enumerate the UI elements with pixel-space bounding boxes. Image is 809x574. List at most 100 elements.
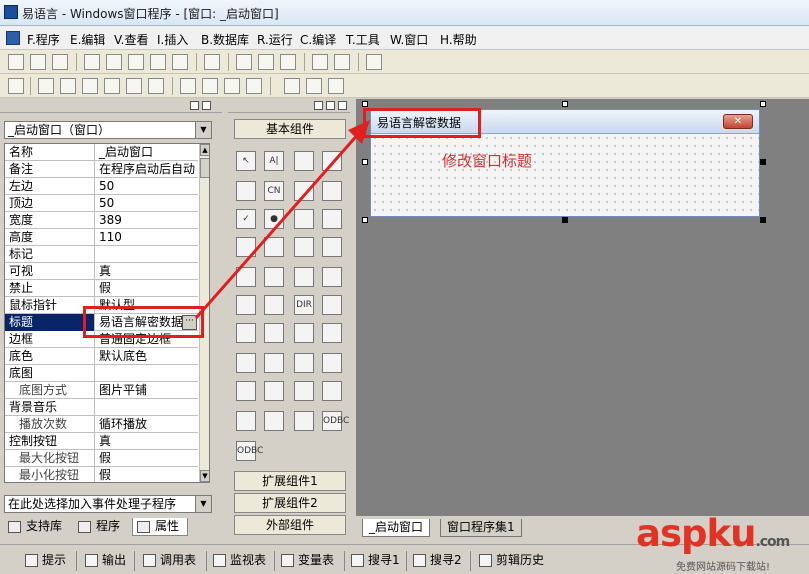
tab-program[interactable]: 程序 <box>74 518 128 536</box>
property-value[interactable]: 假 <box>96 280 198 297</box>
property-row[interactable]: 名称 _启动窗口 <box>5 144 198 161</box>
client-icon[interactable] <box>236 381 256 401</box>
menu-tools[interactable]: T.工具 <box>346 31 380 48</box>
property-row[interactable]: 标记 <box>5 246 198 263</box>
layout-window-icon[interactable] <box>236 54 252 70</box>
resize-handle[interactable] <box>562 217 568 223</box>
property-value[interactable]: 真 <box>96 433 198 450</box>
app-menu-icon[interactable] <box>6 31 20 45</box>
close-icon[interactable] <box>202 101 211 110</box>
property-row[interactable]: 高度 110 <box>5 229 198 246</box>
align-middle-icon[interactable] <box>126 78 142 94</box>
binoculars-icon[interactable] <box>366 54 382 70</box>
find-icon[interactable] <box>150 54 166 70</box>
property-value[interactable]: 循环播放 <box>96 416 198 433</box>
tab-support-library[interactable]: 支持库 <box>4 518 68 536</box>
menu-compile[interactable]: C.编译 <box>300 31 336 48</box>
property-value[interactable]: 389 <box>96 212 198 229</box>
tab-window-assembly[interactable]: 窗口程序集1 <box>440 519 522 537</box>
object-selector[interactable]: _启动窗口（窗口） ▼ <box>4 121 212 139</box>
resize-handle[interactable] <box>760 159 766 165</box>
property-row[interactable]: 控制按钮真 <box>5 433 198 450</box>
undo-icon[interactable] <box>172 54 188 70</box>
property-row[interactable]: 底图 <box>5 365 198 382</box>
stop-icon[interactable] <box>334 54 350 70</box>
tab-search-2[interactable]: 搜寻2 <box>410 551 462 571</box>
property-row[interactable]: 禁止假 <box>5 280 198 297</box>
property-value[interactable]: 50 <box>96 178 198 195</box>
resize-handle[interactable] <box>760 217 766 223</box>
property-row[interactable]: 可视真 <box>5 263 198 280</box>
odbc-database-icon[interactable]: ODBC <box>322 411 349 431</box>
menu-help[interactable]: H.帮助 <box>440 31 477 48</box>
extended-components-1-button[interactable]: 扩展组件1 <box>234 471 346 491</box>
pin-icon[interactable] <box>326 101 335 110</box>
close-icon[interactable]: ✕ <box>723 114 753 129</box>
pin-icon[interactable] <box>190 101 199 110</box>
property-row[interactable]: 左边 50 <box>5 178 198 195</box>
extended-components-2-button[interactable]: 扩展组件2 <box>234 493 346 513</box>
property-row[interactable]: 顶边 50 <box>5 195 198 212</box>
save-icon[interactable] <box>52 54 68 70</box>
menu-window[interactable]: W.窗口 <box>390 31 428 48</box>
property-row[interactable]: 最小化按钮假 <box>5 467 198 482</box>
property-value[interactable]: 在程序启动后自动 <box>96 161 198 178</box>
menu-run[interactable]: R.运行 <box>257 31 293 48</box>
open-folder-icon[interactable] <box>30 54 46 70</box>
paste-icon[interactable] <box>128 54 144 70</box>
property-row[interactable]: 底色 默认底色 <box>5 348 198 365</box>
property-value[interactable]: 假 <box>96 450 198 467</box>
tab-clip-history[interactable]: 剪辑历史 <box>476 551 544 571</box>
property-value[interactable]: _启动窗口 <box>96 144 198 161</box>
property-value[interactable] <box>96 365 198 382</box>
property-value[interactable]: 图片平铺 <box>96 382 198 399</box>
odbc-source-icon[interactable]: ODBC <box>236 441 263 461</box>
center-vertical-icon[interactable] <box>306 78 322 94</box>
property-value[interactable]: 50 <box>96 195 198 212</box>
new-file-icon[interactable] <box>8 54 24 70</box>
menu-view[interactable]: V.查看 <box>114 31 148 48</box>
space-horizontal-icon[interactable] <box>246 78 262 94</box>
property-row[interactable]: 底图方式 图片平铺 <box>5 382 198 399</box>
property-row[interactable]: 备注 在程序启动后自动 <box>5 161 198 178</box>
menu-icon[interactable] <box>314 101 323 110</box>
menu-program[interactable]: F.程序 <box>27 31 60 48</box>
align-bottom-icon[interactable] <box>148 78 164 94</box>
tab-watch[interactable]: 监视表 <box>210 551 266 571</box>
menu-insert[interactable]: I.插入 <box>157 31 188 48</box>
tab-search-1[interactable]: 搜寻1 <box>348 551 400 571</box>
center-horizontal-icon[interactable] <box>284 78 300 94</box>
tab-output[interactable]: 输出 <box>82 551 126 571</box>
server-icon[interactable] <box>322 353 342 373</box>
chart-icon[interactable] <box>294 411 314 431</box>
tab-startup-window[interactable]: _启动窗口 <box>362 519 431 537</box>
align-right-icon[interactable] <box>82 78 98 94</box>
property-row[interactable]: 最大化按钮假 <box>5 450 198 467</box>
copy-icon[interactable] <box>106 54 122 70</box>
tab-call-table[interactable]: 调用表 <box>140 551 196 571</box>
database-icon[interactable] <box>264 411 284 431</box>
property-value[interactable]: 110 <box>96 229 198 246</box>
resize-handle[interactable] <box>562 101 568 107</box>
preview-icon[interactable] <box>204 54 220 70</box>
align-top-icon[interactable] <box>104 78 120 94</box>
run-icon[interactable] <box>312 54 328 70</box>
tab-variables[interactable]: 变量表 <box>278 551 334 571</box>
tab-order-icon[interactable] <box>328 78 344 94</box>
close-icon[interactable] <box>338 101 347 110</box>
same-width-icon[interactable] <box>180 78 196 94</box>
cut-icon[interactable] <box>84 54 100 70</box>
report-icon[interactable] <box>322 381 342 401</box>
timer-icon[interactable] <box>236 353 256 373</box>
tab-properties[interactable]: 属性 <box>132 518 188 536</box>
property-row[interactable]: 宽度 389 <box>5 212 198 229</box>
same-size-icon[interactable] <box>224 78 240 94</box>
same-height-icon[interactable] <box>202 78 218 94</box>
scroll-down-icon[interactable]: ▼ <box>200 470 209 482</box>
table-icon[interactable] <box>294 381 314 401</box>
grid-icon[interactable] <box>8 78 24 94</box>
printer-icon[interactable] <box>264 353 284 373</box>
align-center-icon[interactable] <box>60 78 76 94</box>
resize-handle[interactable] <box>760 101 766 107</box>
menu-edit[interactable]: E.编辑 <box>70 31 105 48</box>
